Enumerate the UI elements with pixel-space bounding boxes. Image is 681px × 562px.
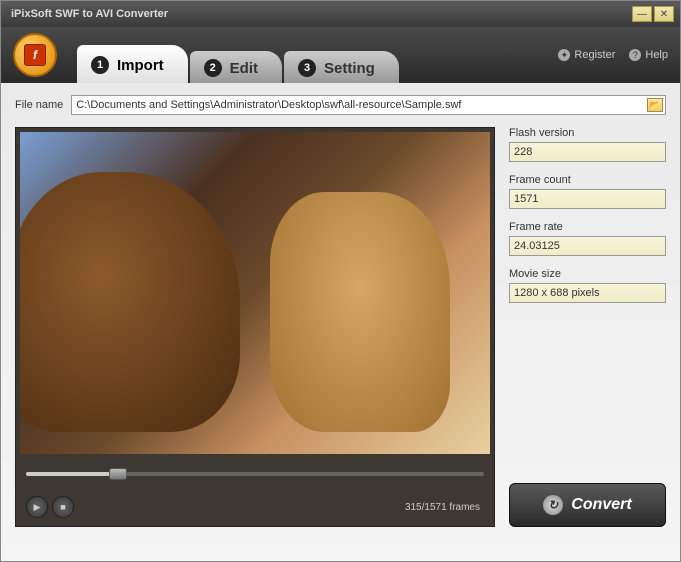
tabs: 1 Import 2 Edit 3 Setting <box>77 27 401 83</box>
help-link[interactable]: ? Help <box>629 49 668 61</box>
convert-label: Convert <box>571 496 631 514</box>
field-frame-rate: Frame rate 24.03125 <box>509 221 666 256</box>
flash-icon: f <box>24 44 46 66</box>
window-title: iPixSoft SWF to AVI Converter <box>7 8 630 20</box>
convert-button[interactable]: ↻ Convert <box>509 483 666 527</box>
close-button[interactable]: ✕ <box>654 6 674 22</box>
register-link[interactable]: ✦ Register <box>558 49 615 61</box>
register-label: Register <box>574 49 615 61</box>
info-panel: Flash version 228 Frame count 1571 Frame… <box>509 127 666 527</box>
preview-image <box>270 192 450 432</box>
convert-icon: ↻ <box>543 495 563 515</box>
preview-image <box>20 172 240 432</box>
play-button[interactable]: ▶ <box>26 496 48 518</box>
app-window: iPixSoft SWF to AVI Converter — ✕ f 1 Im… <box>0 0 681 562</box>
flash-version-value: 228 <box>509 142 666 162</box>
flash-version-label: Flash version <box>509 127 666 139</box>
tab-number: 2 <box>204 59 222 77</box>
seek-slider[interactable] <box>26 472 484 476</box>
tab-setting[interactable]: 3 Setting <box>284 51 399 83</box>
movie-size-value: 1280 x 688 pixels <box>509 283 666 303</box>
browse-folder-icon[interactable]: 📂 <box>647 98 663 112</box>
minimize-button[interactable]: — <box>632 6 652 22</box>
help-icon: ? <box>629 49 641 61</box>
frame-counter: 315/1571 frames <box>405 502 484 513</box>
tab-edit[interactable]: 2 Edit <box>190 51 282 83</box>
frame-count-label: Frame count <box>509 174 666 186</box>
seek-thumb[interactable] <box>109 468 127 480</box>
field-movie-size: Movie size 1280 x 688 pixels <box>509 268 666 303</box>
header-links: ✦ Register ? Help <box>558 49 668 61</box>
header: f 1 Import 2 Edit 3 Setting ✦ Register ? <box>1 27 680 83</box>
file-name-label: File name <box>15 99 63 111</box>
frame-count-value: 1571 <box>509 189 666 209</box>
playback-controls: ▶ ■ 315/1571 frames <box>20 494 490 522</box>
video-preview <box>20 132 490 454</box>
frame-rate-value: 24.03125 <box>509 236 666 256</box>
preview-panel: ▶ ■ 315/1571 frames <box>15 127 495 527</box>
tab-label: Edit <box>230 60 258 77</box>
file-path-input[interactable]: C:\Documents and Settings\Administrator\… <box>71 95 666 115</box>
content: ▶ ■ 315/1571 frames Flash version 228 Fr… <box>15 127 666 527</box>
app-logo: f <box>13 33 57 77</box>
tab-number: 1 <box>91 56 109 74</box>
tab-number: 3 <box>298 59 316 77</box>
frame-rate-label: Frame rate <box>509 221 666 233</box>
file-row: File name C:\Documents and Settings\Admi… <box>15 95 666 115</box>
seek-row <box>20 454 490 494</box>
tab-label: Setting <box>324 60 375 77</box>
field-frame-count: Frame count 1571 <box>509 174 666 209</box>
help-label: Help <box>645 49 668 61</box>
body: File name C:\Documents and Settings\Admi… <box>1 83 680 539</box>
file-path-text: C:\Documents and Settings\Administrator\… <box>76 99 461 111</box>
field-flash-version: Flash version 228 <box>509 127 666 162</box>
seek-fill <box>26 472 118 476</box>
titlebar: iPixSoft SWF to AVI Converter — ✕ <box>1 1 680 27</box>
tab-import[interactable]: 1 Import <box>77 45 188 83</box>
movie-size-label: Movie size <box>509 268 666 280</box>
stop-button[interactable]: ■ <box>52 496 74 518</box>
tab-label: Import <box>117 57 164 74</box>
key-icon: ✦ <box>558 49 570 61</box>
